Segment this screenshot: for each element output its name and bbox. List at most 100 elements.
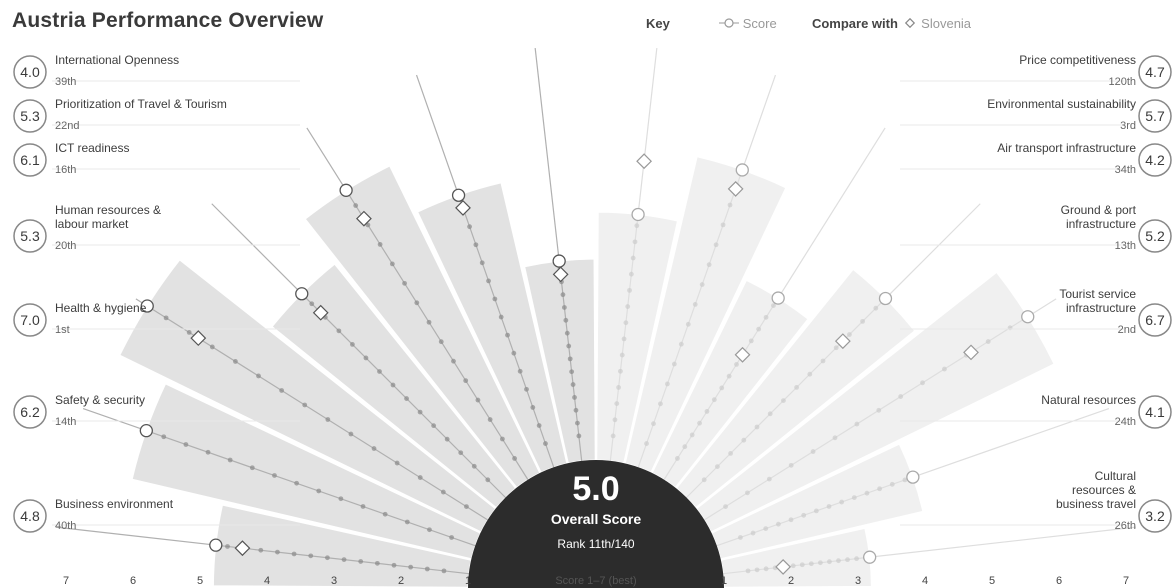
distribution-dot	[788, 462, 794, 468]
distribution-dot	[360, 504, 366, 509]
score-marker	[451, 188, 466, 202]
distribution-dot	[408, 564, 414, 570]
distribution-dot	[741, 437, 747, 443]
pillar-name: Natural resources	[1041, 393, 1136, 407]
distribution-dot	[205, 449, 211, 455]
pillar-rank: 1st	[55, 324, 70, 336]
pillar-rank: 20th	[55, 240, 76, 252]
pillar-rank: 3rd	[1120, 120, 1136, 132]
distribution-dot	[449, 535, 454, 540]
distribution-dot	[348, 431, 354, 437]
distribution-dot	[658, 401, 663, 407]
pillar-name: International Openness	[55, 53, 179, 67]
distribution-dot	[726, 373, 732, 379]
axis-tick-label: 7	[1123, 575, 1129, 587]
distribution-dot	[692, 302, 698, 307]
distribution-dot	[414, 300, 420, 306]
distribution-dot	[499, 436, 505, 442]
distribution-dot	[820, 358, 826, 364]
distribution-dot	[404, 519, 410, 525]
distribution-dot	[619, 352, 625, 358]
distribution-dot	[685, 321, 691, 327]
overall-rank: Rank 11th/140	[557, 537, 634, 551]
pillar-name: infrastructure	[1066, 217, 1136, 231]
distribution-dot	[832, 435, 838, 441]
distribution-dot	[573, 407, 579, 413]
distribution-dot	[427, 527, 432, 533]
pillar-name: Business environment	[55, 497, 174, 511]
distribution-dot	[341, 557, 347, 563]
distribution-dot	[665, 381, 670, 387]
distribution-dot	[728, 451, 733, 456]
distribution-dot	[377, 369, 382, 374]
distribution-dot	[183, 442, 189, 447]
pillar-score-value: 6.7	[1145, 312, 1165, 328]
distribution-dot	[628, 271, 634, 277]
pillar-score-value: 3.2	[1145, 508, 1165, 524]
distribution-dot	[763, 314, 769, 320]
distribution-dot	[233, 359, 238, 364]
distribution-dot	[845, 557, 850, 563]
distribution-dot	[775, 521, 781, 527]
distribution-dot	[566, 343, 572, 349]
axis-tick-label: 5	[989, 575, 995, 587]
distribution-dot	[209, 344, 215, 350]
distribution-dot	[719, 385, 725, 391]
axis-tick-label: 3	[331, 575, 337, 587]
distribution-dot	[576, 433, 582, 439]
distribution-dot	[451, 358, 456, 364]
pillar-score-value: 4.0	[20, 64, 40, 80]
distribution-dot	[876, 407, 882, 413]
pillar-name: business travel	[1056, 497, 1136, 511]
distribution-dot	[475, 397, 481, 403]
axis-tick-label: 4	[264, 575, 270, 587]
distribution-dot	[714, 464, 720, 470]
pillar-rank: 13th	[1115, 240, 1136, 252]
axis-tick-label: 7	[63, 575, 69, 587]
distribution-dot	[426, 319, 432, 325]
distribution-dot	[564, 330, 570, 336]
distribution-dot	[678, 341, 684, 347]
distribution-dot	[458, 450, 464, 456]
distribution-dot	[610, 433, 616, 439]
radial-chart: 5.0 Overall Score Rank 11th/140 4.8 Business…	[13, 47, 1172, 588]
score-marker	[209, 538, 223, 552]
score-marker	[295, 287, 309, 301]
distribution-dot	[463, 378, 469, 384]
distribution-dot	[644, 441, 649, 446]
score-marker	[863, 550, 877, 564]
distribution-dot	[498, 314, 504, 320]
distribution-dot	[291, 551, 297, 557]
distribution-dot	[618, 368, 623, 374]
distribution-dot	[854, 421, 860, 427]
distribution-dot	[781, 398, 786, 403]
compare-marker	[636, 153, 653, 170]
distribution-dot	[854, 556, 859, 562]
distribution-dot	[738, 535, 743, 540]
distribution-dot	[325, 417, 331, 422]
distribution-dot	[675, 456, 680, 461]
distribution-dot	[487, 417, 493, 422]
distribution-dot	[256, 373, 261, 379]
pillar-score-value: 4.8	[20, 508, 40, 524]
distribution-dot	[621, 336, 627, 342]
distribution-dot	[748, 338, 754, 344]
distribution-dot	[570, 382, 576, 387]
distribution-dot	[358, 559, 364, 564]
pillar-rank: 22nd	[55, 120, 79, 132]
pillar-rank: 39th	[55, 76, 76, 88]
distribution-dot	[391, 562, 397, 568]
distribution-dot	[511, 350, 517, 356]
pillar-name: Human resources &	[55, 203, 161, 217]
pillar-name: Tourist service	[1059, 287, 1136, 301]
distribution-dot	[826, 504, 832, 509]
distribution-dot	[898, 394, 904, 399]
pillar-name: Cultural	[1095, 469, 1136, 483]
distribution-dot	[227, 457, 233, 463]
distribution-dot	[279, 388, 285, 393]
distribution-dot	[877, 486, 883, 492]
pillar-score-value: 7.0	[20, 312, 40, 328]
distribution-dot	[440, 489, 446, 495]
distribution-dot	[505, 332, 510, 338]
distribution-dot	[889, 481, 895, 487]
